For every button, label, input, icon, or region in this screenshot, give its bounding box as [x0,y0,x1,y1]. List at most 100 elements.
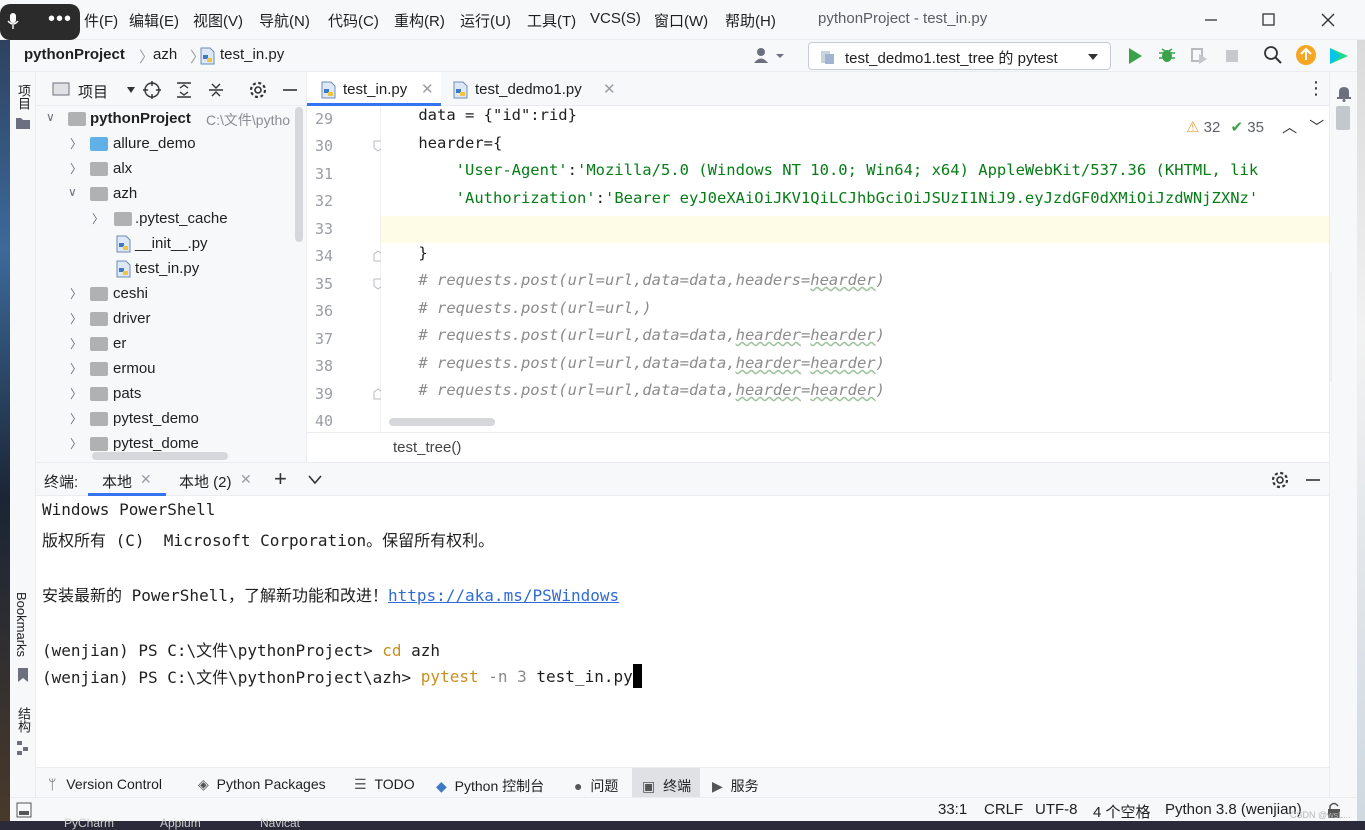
terminal-tab-local[interactable]: 本地 ✕ [88,463,166,496]
powershell-link[interactable]: https://aka.ms/PSWindows [388,586,619,605]
close-tab-icon[interactable]: ✕ [140,471,152,488]
tree-item-alx[interactable]: 〉 alx [36,157,307,182]
run-icon[interactable] [1126,46,1144,66]
update-icon[interactable] [1295,44,1317,66]
tree-item-allure-demo[interactable]: 〉 allure_demo [36,132,307,157]
tab-test-in-py[interactable]: test_in.py ✕ [307,72,441,106]
user-icon[interactable] [752,46,786,66]
chevron-right-icon[interactable]: 〉 [70,310,82,327]
project-scrollbar[interactable] [295,107,303,242]
project-tool-button[interactable]: 项目 [14,84,33,110]
chevron-down-icon[interactable] [308,474,322,486]
debug-icon[interactable] [1157,45,1177,65]
chevron-down-icon[interactable]: ∨ [46,110,55,124]
tree-item-driver[interactable]: 〉 driver [36,307,307,332]
menu-tools[interactable]: 工具(T) [527,10,576,31]
toolwindow-todo[interactable]: ☰ TODO [354,768,416,798]
search-icon[interactable] [1263,45,1283,65]
voice-input-overlay[interactable]: ••• [0,4,80,40]
menu-help[interactable]: 帮助(H) [725,10,776,31]
tree-item-test-in-py[interactable]: test_in.py [36,257,307,282]
hide-panel-icon[interactable] [1304,470,1322,490]
taskbar-item[interactable]: Appium [160,817,201,829]
breadcrumb-project[interactable]: pythonProject [24,46,125,63]
expand-all-icon[interactable] [174,80,194,100]
menu-code[interactable]: 代码(C) [328,10,379,31]
terminal-output[interactable]: Windows PowerShell 版权所有 (C) Microsoft Co… [36,496,1329,767]
close-tab-icon[interactable]: ✕ [421,80,434,98]
caret-position[interactable]: 33:1 [938,801,967,818]
tree-item-pytest-cache[interactable]: 〉 .pytest_cache [36,207,307,232]
toolwindow-version-control[interactable]: ᛘ Version Control [48,768,182,798]
more-tabs-icon[interactable]: ⋮ [1307,78,1325,99]
breadcrumb-file[interactable]: test_in.py [220,46,284,63]
chevron-right-icon[interactable]: 〉 [70,410,82,427]
notifications-icon[interactable] [1336,84,1352,102]
chevron-right-icon[interactable]: 〉 [70,385,82,402]
chevron-down-icon[interactable] [126,86,136,94]
project-panel-title[interactable]: 项目 [78,81,108,102]
menu-edit[interactable]: 编辑(E) [129,10,179,31]
menu-navigate[interactable]: 导航(N) [259,10,310,31]
gear-icon[interactable] [248,80,268,100]
function-breadcrumb[interactable]: test_tree() [393,439,461,456]
gear-icon[interactable] [1270,470,1290,490]
chevron-right-icon[interactable]: 〉 [70,435,82,452]
close-tab-icon[interactable]: ✕ [603,80,616,98]
python-interpreter[interactable]: Python 3.8 (wenjian) [1165,801,1302,818]
collapse-all-icon[interactable] [206,80,226,100]
chevron-right-icon[interactable]: 〉 [92,210,104,227]
menu-run[interactable]: 运行(U) [460,10,511,31]
menu-window[interactable]: 窗口(W) [654,10,708,31]
chevron-down-icon[interactable]: ∨ [68,185,77,199]
ide-logo-icon[interactable] [1328,45,1350,67]
minimize-icon[interactable] [1199,8,1223,32]
toolwindow-terminal[interactable]: ▣ 终端 [632,768,700,798]
chevron-right-icon[interactable]: 〉 [70,360,82,377]
tree-item-azh[interactable]: ∨ azh [36,182,307,207]
editor-hscrollbar[interactable] [389,418,495,426]
bookmarks-tool-button[interactable]: Bookmarks [14,592,29,657]
tree-root[interactable]: ∨ pythonProject C:\文件\pytho [36,107,307,132]
breadcrumb-folder[interactable]: azh [153,46,177,63]
chevron-right-icon[interactable]: 〉 [70,335,82,352]
terminal-tab-local-2[interactable]: 本地 (2) ✕ [170,463,258,496]
inspection-widget[interactable]: ⚠ 32 ✔ 35 ︿ ﹀ [1186,116,1324,137]
taskbar-item[interactable]: PyCharm [64,817,114,829]
taskbar-item[interactable]: Navicat [260,817,300,829]
locate-icon[interactable] [142,80,162,100]
close-icon[interactable] [1316,8,1340,32]
code-editor[interactable]: data = {"id":rid} hearder={ 'User-Agent'… [381,106,1329,432]
tree-item-pats[interactable]: 〉 pats [36,382,307,407]
run-configuration-select[interactable]: test_dedmo1.test_tree 的 pytest [808,42,1111,70]
maximize-icon[interactable] [1256,8,1280,32]
panel-toggle-icon[interactable] [16,802,32,818]
toolwindow-python-packages[interactable]: ◈ Python Packages [198,768,338,798]
toolwindow-problems[interactable]: ● 问题 [574,768,626,798]
toolwindow-services[interactable]: ▶ 服务 [712,768,774,798]
tab-test-dedmo1-py[interactable]: test_dedmo1.py ✕ [441,72,621,106]
menu-vcs[interactable]: VCS(S) [590,10,641,27]
chevron-right-icon[interactable]: 〉 [70,285,82,302]
project-hscrollbar[interactable] [92,452,228,460]
chevron-right-icon[interactable]: 〉 [70,135,82,152]
coverage-icon[interactable] [1188,45,1210,67]
close-tab-icon[interactable]: ✕ [240,471,252,488]
toolwindow-python-console[interactable]: ◆ Python 控制台 [436,768,552,798]
stop-icon[interactable] [1223,47,1241,65]
add-terminal-icon[interactable]: + [274,466,287,492]
menu-view[interactable]: 视图(V) [193,10,243,31]
file-encoding[interactable]: UTF-8 [1035,801,1078,818]
chevron-right-icon[interactable]: 〉 [70,160,82,177]
terminal-input-line[interactable]: (wenjian) PS C:\文件\pythonProject\azh> py… [42,664,642,688]
menu-file[interactable]: 件(F) [84,10,118,31]
indent-setting[interactable]: 4 个空格 [1093,801,1151,822]
tree-item-init-py[interactable]: __init__.py [36,232,307,257]
chevron-up-icon[interactable]: ︿ [1282,119,1297,136]
tree-item-ceshi[interactable]: 〉 ceshi [36,282,307,307]
tree-item-pytest-demo[interactable]: 〉 pytest_demo [36,407,307,432]
tree-item-ermou[interactable]: 〉 ermou [36,357,307,382]
structure-tool-button[interactable]: 结构 [14,707,33,733]
line-separator[interactable]: CRLF [984,801,1023,818]
tree-item-er[interactable]: 〉 er [36,332,307,357]
